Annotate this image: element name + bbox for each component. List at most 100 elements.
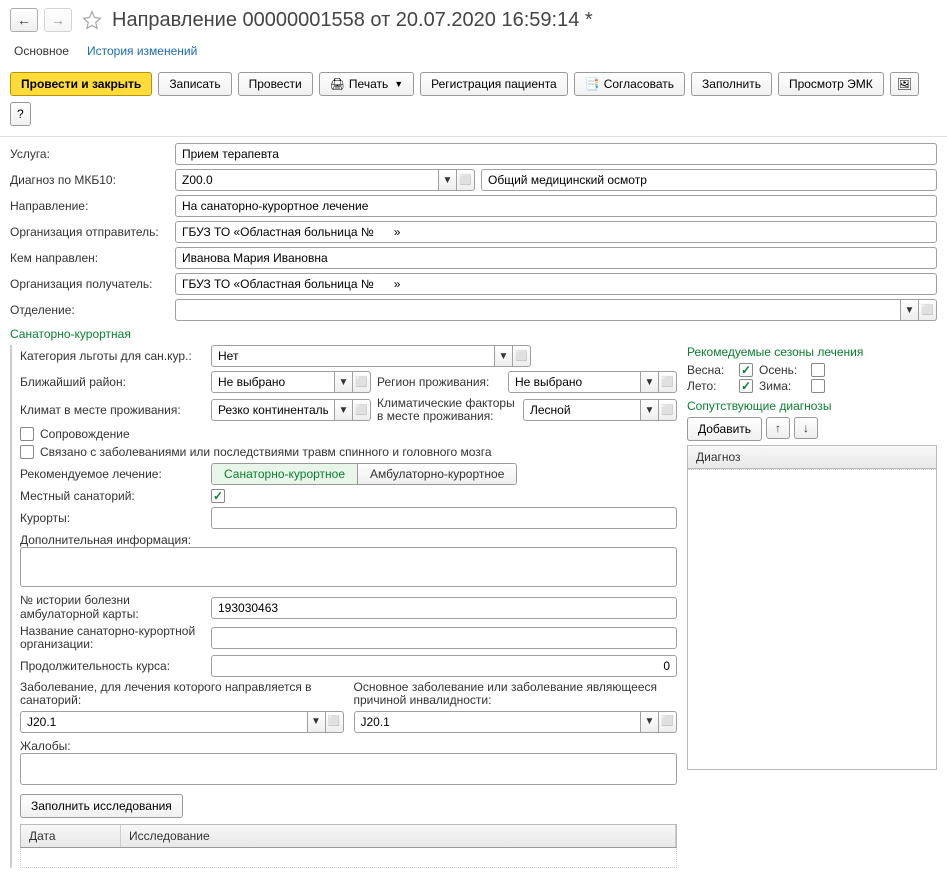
research-table-body[interactable]: [20, 848, 677, 868]
view-emk-button[interactable]: Просмотр ЭМК: [778, 72, 884, 96]
resorts-label: Курорты:: [20, 511, 205, 525]
toggle-sk[interactable]: Санаторно-курортное: [212, 464, 357, 484]
tab-main[interactable]: Основное: [14, 44, 69, 58]
climate-input[interactable]: [211, 399, 335, 421]
duration-input[interactable]: [211, 655, 677, 677]
dept-open[interactable]: ⬜: [919, 299, 937, 321]
nearest-label: Ближайший район:: [20, 375, 205, 389]
autumn-checkbox[interactable]: [811, 363, 825, 377]
back-button[interactable]: ←: [10, 8, 38, 32]
toggle-ak[interactable]: Амбулаторно-курортное: [357, 464, 516, 484]
history-no-label: № истории болезни амбулаторной карты:: [20, 594, 205, 620]
escort-label: Сопровождение: [40, 427, 130, 441]
autumn-label: Осень:: [759, 363, 805, 377]
dept-label: Отделение:: [10, 303, 175, 317]
region-label: Регион проживания:: [377, 375, 502, 389]
summer-checkbox[interactable]: [739, 379, 753, 393]
local-checkbox[interactable]: [211, 489, 225, 503]
image-button[interactable]: 🖼: [890, 72, 919, 96]
approve-button[interactable]: 📑Согласовать: [574, 72, 685, 96]
mkb-open[interactable]: ⬜: [457, 169, 475, 191]
direction-input[interactable]: [175, 195, 937, 217]
spinal-checkbox[interactable]: [20, 445, 34, 459]
print-button[interactable]: 🖨Печать▼: [319, 72, 414, 96]
move-down-button[interactable]: ↓: [794, 417, 818, 439]
fill-research-button[interactable]: Заполнить исследования: [20, 794, 183, 818]
org-recv-input[interactable]: [175, 273, 937, 295]
fill-button[interactable]: Заполнить: [691, 72, 772, 96]
forward-button[interactable]: →: [44, 8, 72, 32]
climate-dropdown[interactable]: ▼: [335, 399, 353, 421]
nearest-input[interactable]: [211, 371, 335, 393]
favorite-star-icon[interactable]: [82, 10, 102, 30]
region-dropdown[interactable]: ▼: [641, 371, 659, 393]
region-input[interactable]: [508, 371, 641, 393]
factors-open[interactable]: ⬜: [659, 399, 677, 421]
register-patient-button[interactable]: Регистрация пациента: [420, 72, 568, 96]
mkb-dropdown[interactable]: ▼: [439, 169, 457, 191]
seasons-title: Рекомедуемые сезоны лечения: [687, 345, 937, 359]
climate-open[interactable]: ⬜: [353, 399, 371, 421]
winter-checkbox[interactable]: [811, 379, 825, 393]
service-input[interactable]: [175, 143, 937, 165]
disease-open[interactable]: ⬜: [326, 711, 344, 733]
arrow-up-icon: ↑: [775, 421, 781, 435]
benefit-input[interactable]: [211, 345, 495, 367]
main-disease-label: Основное заболевание или заболевание явл…: [354, 681, 678, 707]
direction-label: Направление:: [10, 199, 175, 213]
mkb-input[interactable]: [175, 169, 439, 191]
main-disease-dropdown[interactable]: ▼: [641, 711, 659, 733]
mkb-desc-input[interactable]: [481, 169, 937, 191]
diag-col-header: Диагноз: [688, 446, 936, 469]
duration-label: Продолжительность курса:: [20, 659, 205, 673]
add-diagnosis-button[interactable]: Добавить: [687, 417, 762, 441]
org-name-input[interactable]: [211, 627, 677, 649]
climate-label: Климат в месте проживания:: [20, 403, 205, 417]
printer-icon: 🖨: [330, 77, 345, 91]
org-sender-input[interactable]: [175, 221, 937, 243]
rec-treatment-label: Рекомендуемое лечение:: [20, 467, 205, 481]
nearest-open[interactable]: ⬜: [353, 371, 371, 393]
extra-textarea[interactable]: [20, 547, 677, 587]
org-recv-label: Организация получатель:: [10, 277, 175, 291]
factors-input[interactable]: [523, 399, 641, 421]
post-button[interactable]: Провести: [238, 72, 313, 96]
disease-input[interactable]: [20, 711, 308, 733]
post-and-close-button[interactable]: Провести и закрыть: [10, 72, 152, 96]
move-up-button[interactable]: ↑: [766, 417, 790, 439]
org-sender-label: Организация отправитель:: [10, 225, 175, 239]
spring-checkbox[interactable]: [739, 363, 753, 377]
diag-title: Сопутствующие диагнозы: [687, 399, 937, 413]
spinal-label: Связано с заболеваниями или последствиям…: [40, 445, 492, 459]
complaints-textarea[interactable]: [20, 753, 677, 785]
history-no-input[interactable]: [211, 597, 677, 619]
approve-icon: 📑: [585, 77, 600, 91]
benefit-open[interactable]: ⬜: [513, 345, 531, 367]
main-disease-open[interactable]: ⬜: [659, 711, 677, 733]
org-name-label: Название санаторно-курортной организации…: [20, 625, 205, 651]
factors-dropdown[interactable]: ▼: [641, 399, 659, 421]
resorts-input[interactable]: [211, 507, 677, 529]
picture-icon: 🖼: [897, 77, 912, 91]
arrow-down-icon: ↓: [803, 421, 809, 435]
diag-table-body[interactable]: [688, 469, 936, 769]
extra-label: Дополнительная информация:: [20, 533, 677, 547]
disease-dropdown[interactable]: ▼: [308, 711, 326, 733]
escort-checkbox[interactable]: [20, 427, 34, 441]
factors-label: Климатические факторы в месте проживания…: [377, 397, 517, 423]
help-button[interactable]: ?: [10, 102, 31, 126]
local-label: Местный санаторий:: [20, 489, 205, 503]
sent-by-input[interactable]: [175, 247, 937, 269]
disease-label: Заболевание, для лечения которого направ…: [20, 681, 344, 707]
benefit-dropdown[interactable]: ▼: [495, 345, 513, 367]
tab-history[interactable]: История изменений: [87, 44, 197, 58]
region-open[interactable]: ⬜: [659, 371, 677, 393]
nearest-dropdown[interactable]: ▼: [335, 371, 353, 393]
dept-dropdown[interactable]: ▼: [901, 299, 919, 321]
service-label: Услуга:: [10, 147, 175, 161]
save-button[interactable]: Записать: [158, 72, 231, 96]
dept-input[interactable]: [175, 299, 901, 321]
mkb-label: Диагноз по МКБ10:: [10, 173, 175, 187]
col-date: Дата: [21, 825, 121, 847]
main-disease-input[interactable]: [354, 711, 642, 733]
